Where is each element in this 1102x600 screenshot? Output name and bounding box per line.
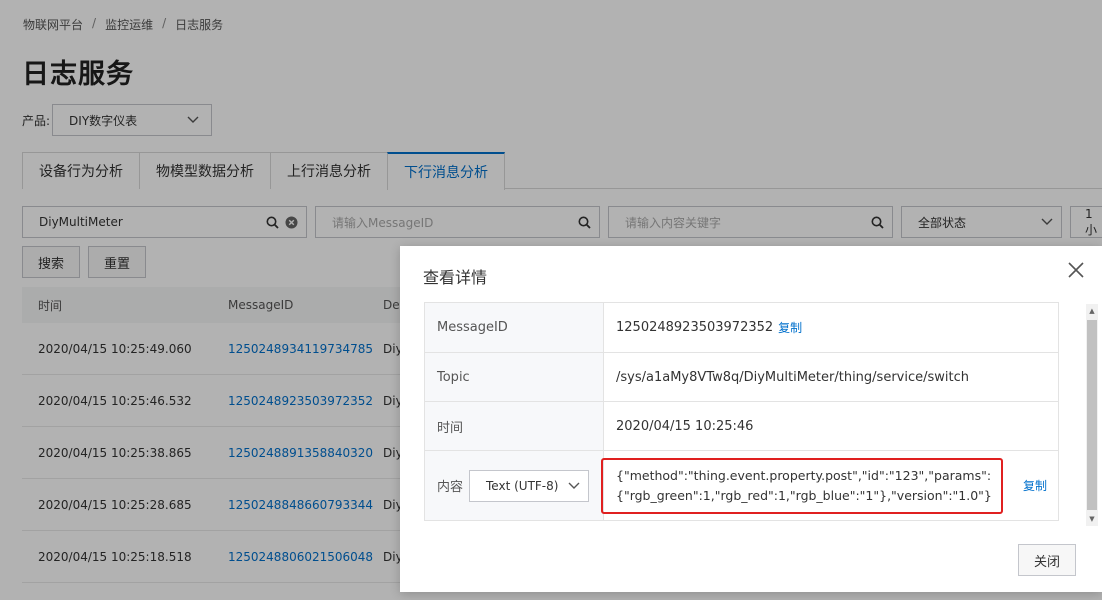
scrollbar-thumb[interactable] bbox=[1087, 320, 1097, 510]
time-label: 时间 bbox=[425, 402, 604, 450]
copy-messageid-link[interactable]: 复制 bbox=[778, 319, 802, 336]
dialog-title: 查看详情 bbox=[423, 268, 488, 287]
copy-content-link[interactable]: 复制 bbox=[1023, 477, 1047, 494]
detail-row-content: 内容 Text (UTF-8) {"method":"thing.event.p… bbox=[425, 451, 1058, 520]
messageid-value: 1250248923503972352 bbox=[616, 320, 774, 335]
time-value: 2020/04/15 10:25:46 bbox=[616, 418, 754, 434]
chevron-down-icon bbox=[568, 482, 580, 489]
message-content-line: {"rgb_green":1,"rgb_red":1,"rgb_blue":"1… bbox=[616, 487, 992, 503]
topic-label: Topic bbox=[425, 353, 604, 401]
detail-dialog: 查看详情 MessageID 1250248923503972352 复制 To… bbox=[400, 246, 1102, 592]
scroll-up-icon[interactable]: ▲ bbox=[1086, 304, 1098, 318]
message-content-line: {"method":"thing.event.property.post","i… bbox=[616, 467, 992, 483]
detail-row-time: 时间 2020/04/15 10:25:46 bbox=[425, 402, 1058, 451]
content-label-cell: 内容 Text (UTF-8) bbox=[425, 451, 604, 520]
content-label: 内容 bbox=[437, 480, 464, 495]
topic-value: /sys/a1aMy8VTw8q/DiyMultiMeter/thing/ser… bbox=[616, 369, 969, 385]
encoding-select-value: Text (UTF-8) bbox=[486, 478, 559, 493]
messageid-label: MessageID bbox=[425, 303, 604, 352]
message-content-highlight: {"method":"thing.event.property.post","i… bbox=[601, 457, 1003, 514]
detail-row-messageid: MessageID 1250248923503972352 复制 bbox=[425, 303, 1058, 353]
close-button[interactable]: 关闭 bbox=[1018, 544, 1076, 576]
encoding-select[interactable]: Text (UTF-8) bbox=[469, 469, 590, 502]
detail-row-topic: Topic /sys/a1aMy8VTw8q/DiyMultiMeter/thi… bbox=[425, 353, 1058, 402]
dialog-scrollbar[interactable]: ▲ ▼ bbox=[1086, 304, 1098, 526]
detail-table: MessageID 1250248923503972352 复制 Topic /… bbox=[424, 302, 1059, 521]
close-icon[interactable] bbox=[1066, 260, 1086, 280]
scroll-down-icon[interactable]: ▼ bbox=[1086, 512, 1098, 526]
